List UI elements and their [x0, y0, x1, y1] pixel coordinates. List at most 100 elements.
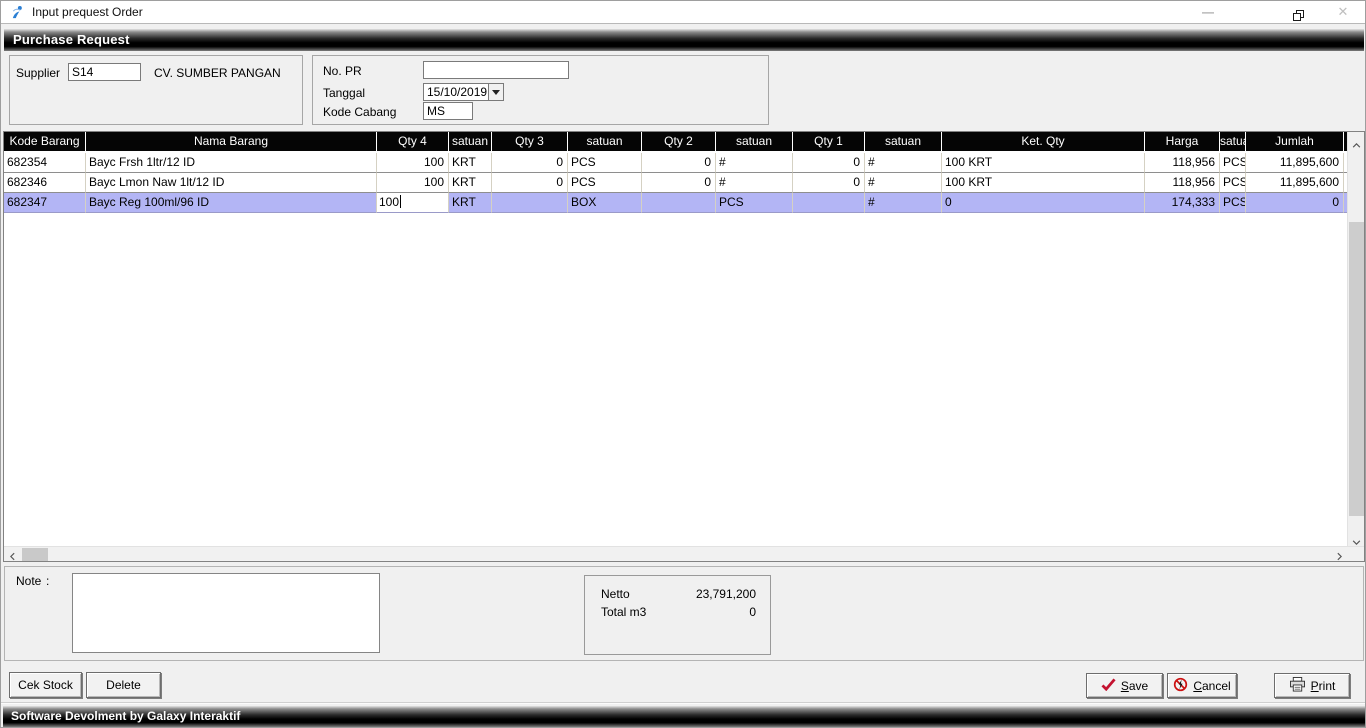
horizontal-scroll-thumb[interactable]: [22, 548, 48, 561]
note-textarea[interactable]: [72, 573, 380, 653]
tanggal-datepicker[interactable]: 15/10/2019: [423, 83, 504, 101]
grid-col-header[interactable]: Qty 4: [377, 132, 449, 152]
grid-col-header[interactable]: Qty 3: [492, 132, 568, 152]
grid-header: Kode BarangNama BarangQty 4satuanQty 3sa…: [4, 132, 1364, 153]
grid-cell[interactable]: 0: [1246, 193, 1344, 213]
grid-col-header[interactable]: satuan: [449, 132, 492, 152]
grid-col-header[interactable]: satuan: [865, 132, 942, 152]
close-icon[interactable]: ✕: [1329, 1, 1357, 23]
grid-cell[interactable]: [793, 193, 865, 213]
horizontal-scrollbar[interactable]: [4, 546, 1364, 561]
page-title: Purchase Request: [4, 29, 1364, 51]
grid-cell[interactable]: 0: [942, 193, 1145, 213]
grid-cell[interactable]: #: [716, 173, 793, 193]
grid-cell[interactable]: 0: [642, 173, 716, 193]
grid-col-header[interactable]: Harga: [1145, 132, 1220, 152]
grid-cell[interactable]: Bayc Reg 100ml/96 ID: [86, 193, 377, 213]
kode-cabang-label: Kode Cabang: [323, 105, 396, 119]
app-window: Input prequest Order — ✕ Purchase Reques…: [0, 0, 1366, 728]
grid-cell[interactable]: 682346: [4, 173, 86, 193]
grid-cell[interactable]: 11,895,600: [1246, 153, 1344, 173]
grid-cell[interactable]: BOX: [568, 193, 642, 213]
vertical-scroll-thumb[interactable]: [1349, 222, 1364, 516]
grid-cell[interactable]: Bayc Frsh 1ltr/12 ID: [86, 153, 377, 173]
scroll-right-icon[interactable]: [1331, 547, 1348, 562]
title-bar: Input prequest Order — ✕: [1, 1, 1365, 24]
supplier-code-input[interactable]: S14: [68, 63, 141, 81]
tanggal-label: Tanggal: [323, 86, 365, 100]
grid-cell[interactable]: 118,956: [1145, 173, 1220, 193]
cancel-button[interactable]: Cancel: [1167, 673, 1237, 698]
grid-cell[interactable]: #: [716, 153, 793, 173]
print-button[interactable]: Print: [1274, 673, 1350, 698]
tanggal-value: 15/10/2019: [427, 85, 487, 100]
grid-cell[interactable]: 0: [642, 153, 716, 173]
supplier-name-text: CV. SUMBER PANGAN: [154, 66, 281, 80]
grid-cell[interactable]: KRT: [449, 153, 492, 173]
grid-cell[interactable]: 0: [793, 173, 865, 193]
summary-box: Netto 23,791,200 Total m3 0: [584, 575, 771, 655]
grid-cell[interactable]: #: [865, 153, 942, 173]
grid-cell[interactable]: KRT: [449, 173, 492, 193]
minimize-button[interactable]: —: [1194, 1, 1222, 23]
status-bar: Software Devolment by Galaxy Interaktif: [3, 706, 1365, 727]
grid-cell[interactable]: 100 KRT: [942, 173, 1145, 193]
grid-cell[interactable]: PCS: [716, 193, 793, 213]
grid-cell[interactable]: PCS: [1220, 153, 1246, 173]
grid-cell[interactable]: 0: [793, 153, 865, 173]
scroll-down-icon[interactable]: [1348, 529, 1365, 546]
grid-col-header[interactable]: Jumlah: [1246, 132, 1344, 152]
grid-cell[interactable]: 118,956: [1145, 153, 1220, 173]
supplier-label: Supplier: [16, 66, 60, 80]
check-icon: [1101, 678, 1116, 694]
grid-cell[interactable]: 174,333: [1145, 193, 1220, 213]
grid-cell[interactable]: 100 KRT: [942, 153, 1145, 173]
grid-cell[interactable]: 682347: [4, 193, 86, 213]
grid-col-header[interactable]: Nama Barang: [86, 132, 377, 152]
cek-stock-button[interactable]: Cek Stock: [9, 672, 82, 698]
no-entry-icon: [1173, 677, 1188, 695]
grid-cell[interactable]: PCS: [1220, 173, 1246, 193]
items-grid: Kode BarangNama BarangQty 4satuanQty 3sa…: [3, 131, 1365, 562]
grid-cell[interactable]: 100: [377, 153, 449, 173]
chevron-down-icon[interactable]: [488, 84, 503, 100]
grid-cell[interactable]: PCS: [1220, 193, 1246, 213]
grid-col-header[interactable]: satuan: [716, 132, 793, 152]
grid-cell[interactable]: Bayc Lmon Naw 1lt/12 ID: [86, 173, 377, 193]
grid-col-header[interactable]: satuan: [568, 132, 642, 152]
grid-col-header[interactable]: Qty 1: [793, 132, 865, 152]
grid-cell[interactable]: [642, 193, 716, 213]
grid-col-header[interactable]: Ket. Qty: [942, 132, 1145, 152]
vertical-scrollbar[interactable]: [1347, 132, 1364, 546]
printer-icon: [1289, 677, 1306, 695]
restore-button[interactable]: [1284, 1, 1312, 23]
grid-cell[interactable]: #: [865, 173, 942, 193]
grid-cell[interactable]: PCS: [568, 153, 642, 173]
scroll-left-icon[interactable]: [4, 547, 21, 562]
netto-value: 23,791,200: [696, 587, 756, 601]
table-row[interactable]: 682347Bayc Reg 100ml/96 ID100KRT BOX PCS #0…: [4, 193, 1364, 213]
grid-col-header[interactable]: satuan: [1220, 132, 1246, 152]
grid-cell[interactable]: 682354: [4, 153, 86, 173]
note-label: Note: [16, 574, 41, 588]
grid-cell[interactable]: #: [865, 193, 942, 213]
grid-col-header[interactable]: Qty 2: [642, 132, 716, 152]
grid-cell[interactable]: KRT: [449, 193, 492, 213]
kode-cabang-input[interactable]: MS: [423, 102, 473, 120]
netto-label: Netto: [601, 587, 630, 601]
table-row[interactable]: 682346Bayc Lmon Naw 1lt/12 ID100KRT0PCS0…: [4, 173, 1364, 193]
total-m3-label: Total m3: [601, 605, 646, 619]
delete-button[interactable]: Delete: [86, 672, 161, 698]
scroll-up-icon[interactable]: [1348, 132, 1365, 149]
grid-cell[interactable]: 11,895,600: [1246, 173, 1344, 193]
grid-cell[interactable]: PCS: [568, 173, 642, 193]
no-pr-input[interactable]: [423, 61, 569, 79]
grid-cell[interactable]: 0: [492, 173, 568, 193]
grid-cell[interactable]: 100: [377, 173, 449, 193]
table-row[interactable]: 682354Bayc Frsh 1ltr/12 ID100KRT0PCS0#0#…: [4, 153, 1364, 173]
grid-col-header[interactable]: Kode Barang: [4, 132, 86, 152]
grid-edit-cell[interactable]: 100: [377, 193, 449, 213]
save-button[interactable]: Save: [1086, 673, 1163, 698]
grid-cell[interactable]: 0: [492, 153, 568, 173]
grid-cell[interactable]: [492, 193, 568, 213]
